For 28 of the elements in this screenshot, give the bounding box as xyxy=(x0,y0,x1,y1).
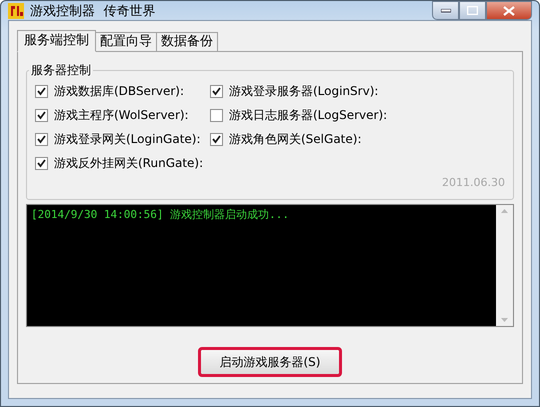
checkbox-box[interactable] xyxy=(35,157,48,170)
checkbox[interactable]: 游戏角色网关(SelGate): xyxy=(210,131,505,148)
minimize-button[interactable] xyxy=(432,1,459,20)
checkbox[interactable]: 游戏登录网关(LoginGate): xyxy=(35,131,210,148)
checkbox-box[interactable] xyxy=(35,133,48,146)
app-icon xyxy=(8,2,24,18)
maximize-icon xyxy=(467,6,478,15)
checkbox-box[interactable] xyxy=(210,133,223,146)
version-text: 2011.06.30 xyxy=(442,176,505,189)
maximize-button[interactable] xyxy=(459,1,486,20)
start-server-button[interactable]: 启动游戏服务器(S) xyxy=(200,349,340,375)
minimize-icon xyxy=(440,8,450,12)
checkbox[interactable]: 游戏数据库(DBServer): xyxy=(35,83,210,100)
group-title: 服务器控制 xyxy=(30,62,92,79)
close-button[interactable] xyxy=(486,1,532,20)
close-icon xyxy=(503,6,515,16)
checkbox-box[interactable] xyxy=(35,109,48,122)
checkbox[interactable]: 游戏日志服务器(LogServer): xyxy=(210,107,505,124)
checkbox-box[interactable] xyxy=(35,85,48,98)
tab[interactable]: 数据备份 xyxy=(156,32,218,51)
checkbox[interactable]: 游戏登录服务器(LoginSrv): xyxy=(210,83,505,100)
checkbox-box[interactable] xyxy=(210,109,223,122)
window-title: 游戏控制器 传奇世界 xyxy=(30,2,156,20)
log-line: [2014/9/30 14:00:56] 游戏控制器启动成功... xyxy=(31,207,290,222)
tab[interactable]: 服务端控制 xyxy=(17,30,96,52)
checkbox-box[interactable] xyxy=(210,85,223,98)
checkbox[interactable]: 游戏反外挂网关(RunGate): xyxy=(35,155,210,172)
checkbox[interactable]: 游戏主程序(WolServer): xyxy=(35,107,210,124)
